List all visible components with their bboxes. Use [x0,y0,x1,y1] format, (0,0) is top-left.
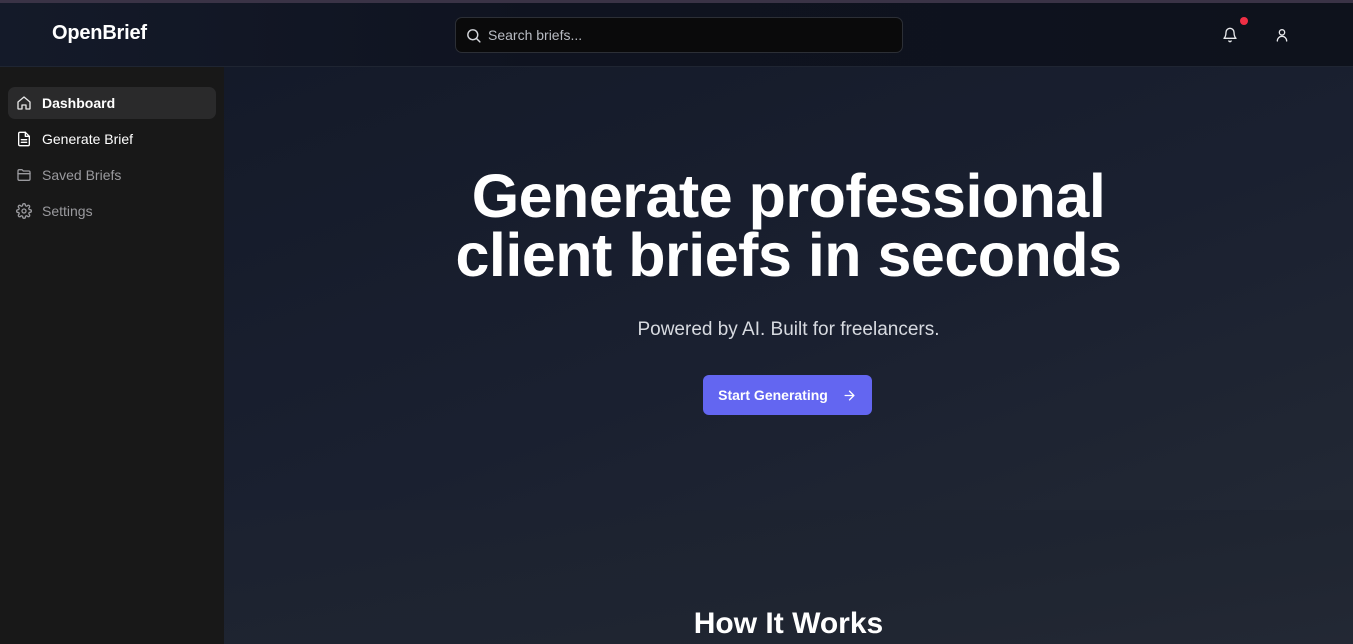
start-generating-button[interactable]: Start Generating [703,375,872,415]
gear-icon [16,203,32,219]
sidebar: Dashboard Generate Brief Saved Briefs Se… [0,67,224,644]
notifications-button[interactable] [1216,21,1244,49]
sidebar-item-generate-brief[interactable]: Generate Brief [8,123,216,155]
search-box[interactable] [455,17,903,53]
search-icon [467,29,481,43]
how-it-works-section: How It Works [224,510,1353,644]
user-menu-button[interactable] [1268,21,1296,49]
sidebar-item-settings[interactable]: Settings [8,195,216,227]
sidebar-item-label: Saved Briefs [42,167,122,183]
main-content: Generate professional client briefs in s… [224,67,1353,644]
file-text-icon [16,131,32,147]
sidebar-item-label: Settings [42,203,93,219]
hero-subtitle: Powered by AI. Built for freelancers. [637,319,940,340]
folder-icon [16,167,32,183]
sidebar-item-dashboard[interactable]: Dashboard [8,87,216,119]
top-header: OpenBrief [0,3,1353,67]
brand-logo[interactable]: OpenBrief [52,22,147,45]
section-title: How It Works [693,607,884,640]
home-icon [16,95,32,111]
bell-icon [1223,27,1237,43]
hero-title-line-1: Generate professional [471,162,1106,230]
hero-title: Generate professional client briefs in s… [224,166,1353,286]
user-icon [1276,29,1288,42]
hero-title-line-2: client briefs in seconds [455,221,1122,289]
sidebar-item-label: Dashboard [42,95,116,111]
sidebar-item-saved-briefs[interactable]: Saved Briefs [8,159,216,191]
arrow-right-icon [844,390,855,400]
cta-label: Start Generating [718,387,828,403]
notification-badge [1240,17,1248,25]
search-input[interactable] [488,18,888,52]
sidebar-item-label: Generate Brief [42,131,134,147]
hero-section: Generate professional client briefs in s… [224,67,1353,510]
